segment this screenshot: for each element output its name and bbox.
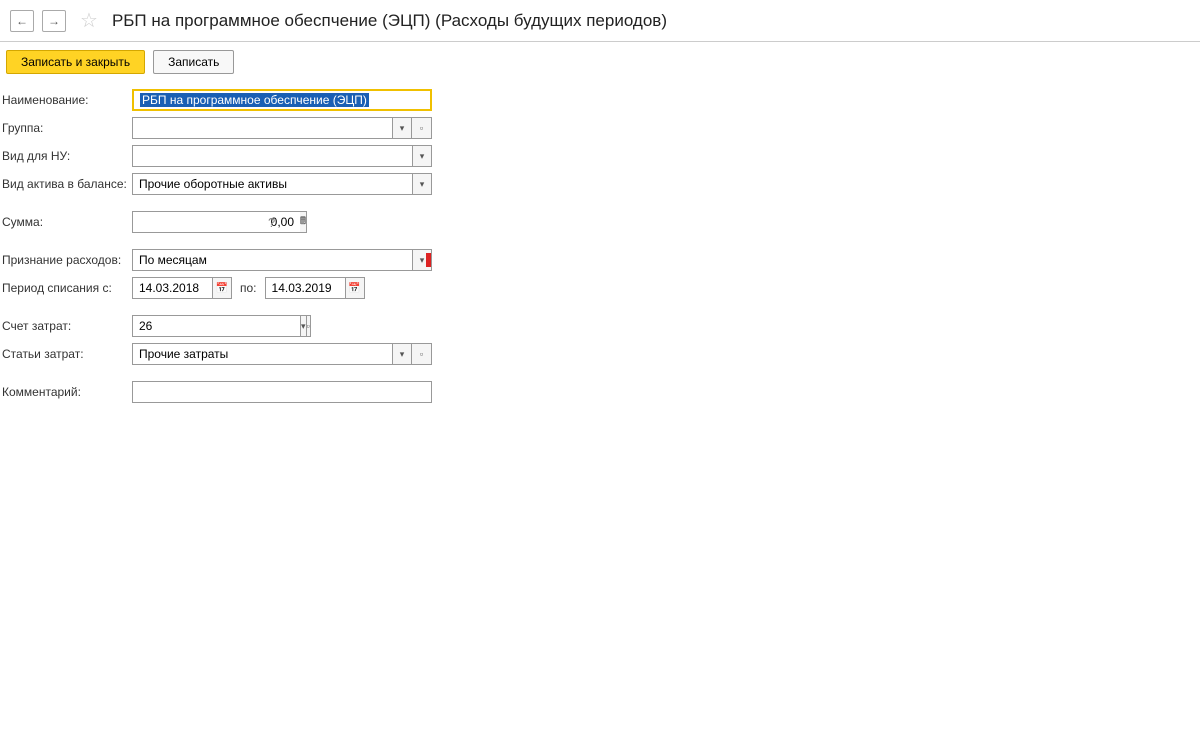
- save-button[interactable]: Записать: [153, 50, 234, 74]
- cost-item-dropdown-button[interactable]: ▾: [392, 343, 412, 365]
- account-open-button[interactable]: ▫: [307, 315, 311, 337]
- name-value-selected: РБП на программное обеспчение (ЭЦП): [140, 93, 369, 107]
- period-label: Период списания с:: [0, 281, 132, 295]
- po-label: по:: [240, 281, 257, 295]
- calculator-icon[interactable]: 🖩: [300, 211, 307, 233]
- asset-kind-input[interactable]: [132, 173, 412, 195]
- date-to-calendar-icon[interactable]: 📅: [345, 277, 365, 299]
- required-indicator: [426, 253, 431, 267]
- cost-item-open-button[interactable]: ▫: [412, 343, 432, 365]
- sum-help-icon[interactable]: ?: [268, 215, 275, 230]
- name-input[interactable]: РБП на программное обеспчение (ЭЦП): [132, 89, 432, 111]
- group-input[interactable]: [132, 117, 392, 139]
- account-input[interactable]: [132, 315, 300, 337]
- back-button[interactable]: ←: [10, 10, 34, 32]
- page-title: РБП на программное обеспчение (ЭЦП) (Рас…: [112, 11, 667, 31]
- save-and-close-button[interactable]: Записать и закрыть: [6, 50, 145, 74]
- recognition-input[interactable]: [132, 249, 412, 271]
- forward-button[interactable]: →: [42, 10, 66, 32]
- date-to-input[interactable]: [265, 277, 345, 299]
- asset-kind-dropdown-button[interactable]: ▾: [412, 173, 432, 195]
- account-label: Счет затрат:: [0, 319, 132, 333]
- date-from-input[interactable]: [132, 277, 212, 299]
- kind-nu-label: Вид для НУ:: [0, 149, 132, 163]
- cost-item-label: Статьи затрат:: [0, 347, 132, 361]
- sum-label: Сумма:: [0, 215, 132, 229]
- kind-nu-dropdown-button[interactable]: ▾: [412, 145, 432, 167]
- date-from-calendar-icon[interactable]: 📅: [212, 277, 232, 299]
- comment-label: Комментарий:: [0, 385, 132, 399]
- recognition-label: Признание расходов:: [0, 253, 132, 267]
- star-icon[interactable]: ☆: [80, 8, 98, 33]
- comment-input[interactable]: [132, 381, 432, 403]
- asset-kind-label: Вид актива в балансе:: [0, 177, 132, 191]
- group-open-button[interactable]: ▫: [412, 117, 432, 139]
- group-dropdown-button[interactable]: ▾: [392, 117, 412, 139]
- name-label: Наименование:: [0, 93, 132, 107]
- cost-item-input[interactable]: [132, 343, 392, 365]
- group-label: Группа:: [0, 121, 132, 135]
- kind-nu-input[interactable]: [132, 145, 412, 167]
